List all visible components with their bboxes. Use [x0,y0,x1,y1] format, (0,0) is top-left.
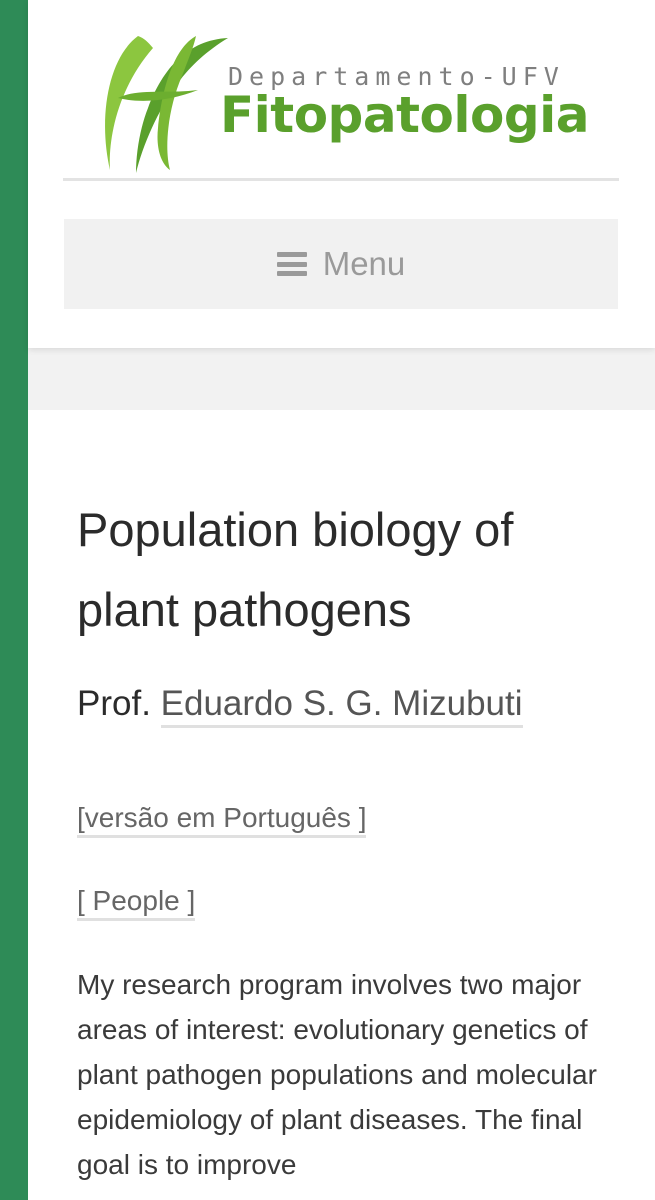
side-accent-bar [0,0,28,1200]
logo-title: Fitopatologia [220,86,590,144]
site-header: Departamento-UFV Fitopatologia Menu [28,0,655,348]
site-logo[interactable]: Departamento-UFV Fitopatologia [78,28,618,178]
main-content: Population biology of plant pathogens Pr… [28,410,655,1200]
portuguese-version-link[interactable]: [versão em Português ] [77,802,367,838]
logo-leaf-icon [105,36,228,173]
menu-label: Menu [322,245,406,282]
header-divider [63,178,619,181]
page: Departamento-UFV Fitopatologia Menu Popu… [0,0,655,1200]
people-line: [ People ] [77,885,196,921]
page-title: Population biology of plant pathogens [77,503,514,636]
people-link[interactable]: [ People ] [77,885,196,921]
portuguese-version-line: [versão em Português ] [77,802,367,838]
professor-name-link[interactable]: Eduardo S. G. Mizubuti [160,684,523,728]
hamburger-menu-icon [276,252,307,276]
professor-line: Prof. Eduardo S. G. Mizubuti [77,684,523,728]
menu-toggle-button[interactable]: Menu [64,219,618,309]
professor-prefix: Prof. [77,684,151,723]
research-description: My research program involves two major a… [77,969,597,1180]
